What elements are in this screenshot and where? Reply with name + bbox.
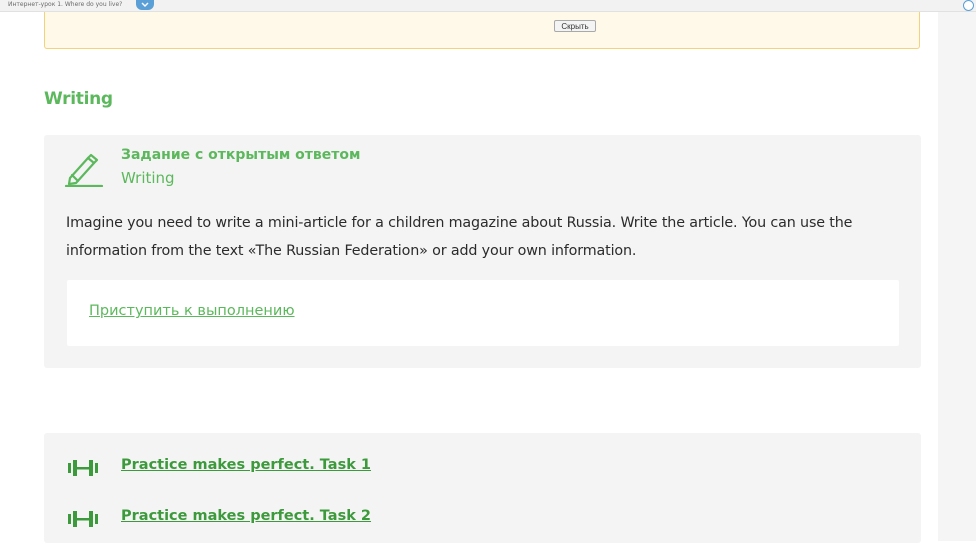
pencil-icon — [64, 153, 104, 187]
dumbbell-icon — [68, 511, 98, 527]
go-button[interactable] — [136, 0, 154, 10]
task-subtitle: Writing — [121, 169, 175, 187]
task-type-label: Задание с открытым ответом — [121, 147, 361, 163]
task-description: Imagine you need to write a mini-article… — [66, 215, 853, 259]
section-title: Writing — [44, 89, 113, 109]
browser-tab-text[interactable]: Интернет-урок 1. Where do you live? — [8, 0, 122, 9]
right-sidebar-strip — [938, 12, 976, 541]
practice-link[interactable]: Practice makes perfect. Task 1 — [121, 457, 371, 473]
browser-top-bar: Интернет-урок 1. Where do you live? — [0, 0, 976, 12]
notice-panel — [44, 12, 920, 49]
chevron-down-icon — [141, 2, 149, 7]
hide-button[interactable]: Скрыть — [554, 20, 596, 32]
practice-card: Practice makes perfect. Task 1 Practice … — [44, 433, 921, 543]
start-task-link[interactable]: Приступить к выполнению — [89, 303, 295, 319]
profile-circle-icon[interactable] — [963, 0, 974, 11]
dumbbell-icon — [68, 460, 98, 476]
practice-link[interactable]: Practice makes perfect. Task 2 — [121, 508, 371, 524]
open-task-card: Задание с открытым ответом Writing Imagi… — [44, 135, 921, 368]
start-task-box: Приступить к выполнению — [67, 280, 899, 346]
